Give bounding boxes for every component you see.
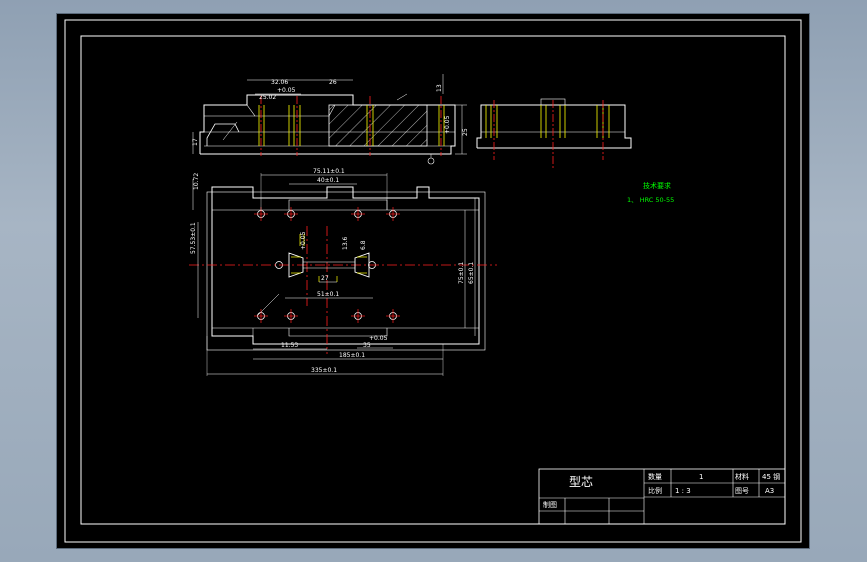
dim-10-72: 10.72 [193,173,200,190]
dim-185: 185±0.1 [339,352,365,359]
side-view [476,98,632,170]
drawing-canvas[interactable]: 32.06 25.02 +0.05 26 13 17 +0.05 25 75.1… [57,14,809,548]
technical-notes: 技术要求 1、 HRC 50-55 [627,181,674,204]
dim-32: 32.06 [271,79,288,86]
dim-27: 27 [321,275,329,282]
material-value: 45 钢 [762,472,780,481]
dim-25-02: 25.02 [259,94,276,101]
dim-65: 65±0.1 [468,262,475,284]
front-section-view [192,74,467,165]
dim-40: 40±0.1 [317,177,339,184]
tech-notes-title: 技术要求 [643,181,671,190]
dim-57: 57.53±0.1 [190,222,197,254]
dim-13-6: 13.6 [342,236,349,250]
dim-11-53: 11.53 [281,342,298,349]
dim-tol-b: +0.05 [300,231,307,250]
part-name: 型芯 [569,475,593,489]
dim-26: 26 [329,79,337,86]
drawing-no-label: 图号 [735,487,749,495]
scale-label: 比例 [648,486,662,495]
material-label: 材料 [735,472,749,481]
plan-view [189,173,497,376]
dim-75-right: 75±0.1 [458,262,465,284]
scale-value: 1 : 3 [675,487,691,495]
dim-vert-tol: +0.05 [444,115,451,134]
dim-335: 335±0.1 [311,367,337,374]
dim-13: 13 [436,84,443,92]
dim-tol-c: +0.05 [369,335,388,342]
dim-75-top: 75.11±0.1 [313,168,345,175]
inner-frame [80,35,786,525]
title-block: 型芯 数量 1 材料 45 钢 比例 1 : 3 图号 A3 制图 [538,468,786,525]
drafter-label: 制图 [543,500,557,509]
dim-35: 35 [363,342,371,349]
tech-notes-line1: 1、 HRC 50-55 [627,196,674,204]
qty-label: 数量 [648,472,662,481]
dim-6-8: 6.8 [360,240,367,250]
dim-17: 17 [192,138,199,146]
outer-frame [64,19,802,543]
drawing-no-value: A3 [765,487,774,495]
cad-viewport[interactable]: 32.06 25.02 +0.05 26 13 17 +0.05 25 75.1… [56,13,810,549]
dim-25: 25 [462,128,469,136]
qty-value: 1 [699,473,703,481]
dim-51: 51±0.1 [317,291,339,298]
dim-tol-top: +0.05 [277,87,296,94]
